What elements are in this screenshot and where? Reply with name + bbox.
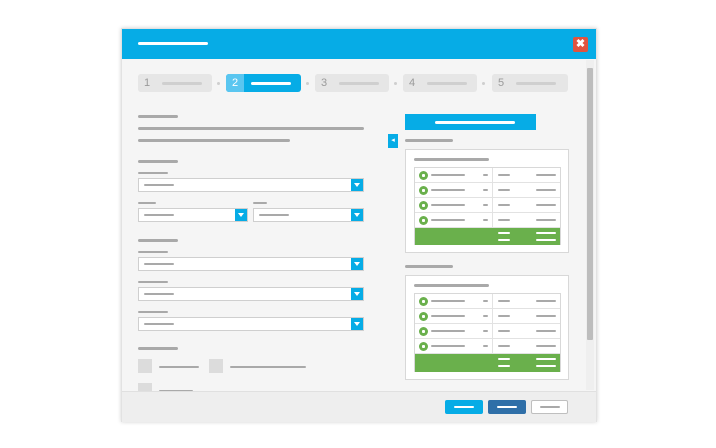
lock-icon (419, 186, 428, 195)
step-number: 2 (226, 74, 244, 92)
step-number: 3 (315, 74, 333, 92)
summary-panel-1 (405, 149, 569, 253)
field-label (138, 281, 168, 283)
table-row (415, 309, 560, 324)
lock-icon (419, 297, 428, 306)
step-separator (217, 82, 220, 85)
checkbox-label (230, 366, 306, 368)
step-number: 5 (492, 74, 510, 92)
dropdown-select[interactable] (253, 208, 364, 222)
table-row (415, 324, 560, 339)
description-line (138, 127, 364, 130)
section-heading (138, 347, 178, 350)
table-row (415, 198, 560, 213)
scrollbar-thumb[interactable] (587, 68, 593, 340)
step-number: 1 (138, 74, 156, 92)
close-icon[interactable]: ✖ (573, 37, 588, 52)
checkbox[interactable] (138, 359, 152, 373)
totals-row (415, 228, 560, 245)
lock-icon (419, 216, 428, 225)
step-3[interactable]: 3 (315, 74, 389, 92)
summary-table (414, 167, 561, 245)
dialog-title (138, 42, 208, 45)
step-separator (482, 82, 485, 85)
chevron-down-icon (351, 209, 363, 221)
dialog-titlebar: ✖ (122, 29, 596, 59)
step-2[interactable]: 2 (226, 74, 301, 92)
field-label (138, 202, 156, 204)
field-label (138, 251, 168, 253)
section-heading (138, 160, 178, 163)
totals-row (415, 354, 560, 372)
dropdown-select[interactable] (138, 208, 248, 222)
field-label (138, 311, 168, 313)
lock-icon (419, 201, 428, 210)
back-button[interactable] (445, 400, 483, 414)
field-label (253, 202, 267, 204)
step-number: 4 (403, 74, 421, 92)
table-row (415, 339, 560, 354)
table-row (415, 183, 560, 198)
table-row (415, 213, 560, 228)
summary-table (414, 293, 561, 372)
chevron-down-icon (351, 179, 363, 191)
summary-subtitle (405, 265, 453, 268)
chevron-down-icon (351, 318, 363, 330)
chevron-down-icon (235, 209, 247, 221)
lock-icon (419, 327, 428, 336)
step-5[interactable]: 5 (492, 74, 568, 92)
table-row (415, 294, 560, 309)
cancel-button[interactable] (531, 400, 568, 414)
dropdown-select[interactable] (138, 287, 364, 301)
dropdown-select[interactable] (138, 257, 364, 271)
summary-panel-2 (405, 275, 569, 380)
field-label (138, 172, 168, 174)
summary-header[interactable] (405, 114, 536, 130)
chevron-down-icon (351, 258, 363, 270)
lock-icon (419, 342, 428, 351)
next-button[interactable] (488, 400, 526, 414)
checkbox[interactable] (209, 359, 223, 373)
step-separator (394, 82, 397, 85)
checkbox-label (159, 366, 199, 368)
step-separator (306, 82, 309, 85)
section-heading (138, 115, 178, 118)
lock-icon (419, 312, 428, 321)
summary-subtitle (405, 139, 453, 142)
dialog: ✖ 1 2 3 4 5 ◂ (121, 28, 597, 422)
step-1[interactable]: 1 (138, 74, 212, 92)
chevron-down-icon (351, 288, 363, 300)
dropdown-select[interactable] (138, 178, 364, 192)
dropdown-select[interactable] (138, 317, 364, 331)
description-line (138, 139, 290, 142)
lock-icon (419, 171, 428, 180)
step-4[interactable]: 4 (403, 74, 477, 92)
table-row (415, 168, 560, 183)
collapse-panel-button[interactable]: ◂ (388, 134, 398, 148)
section-heading (138, 239, 178, 242)
